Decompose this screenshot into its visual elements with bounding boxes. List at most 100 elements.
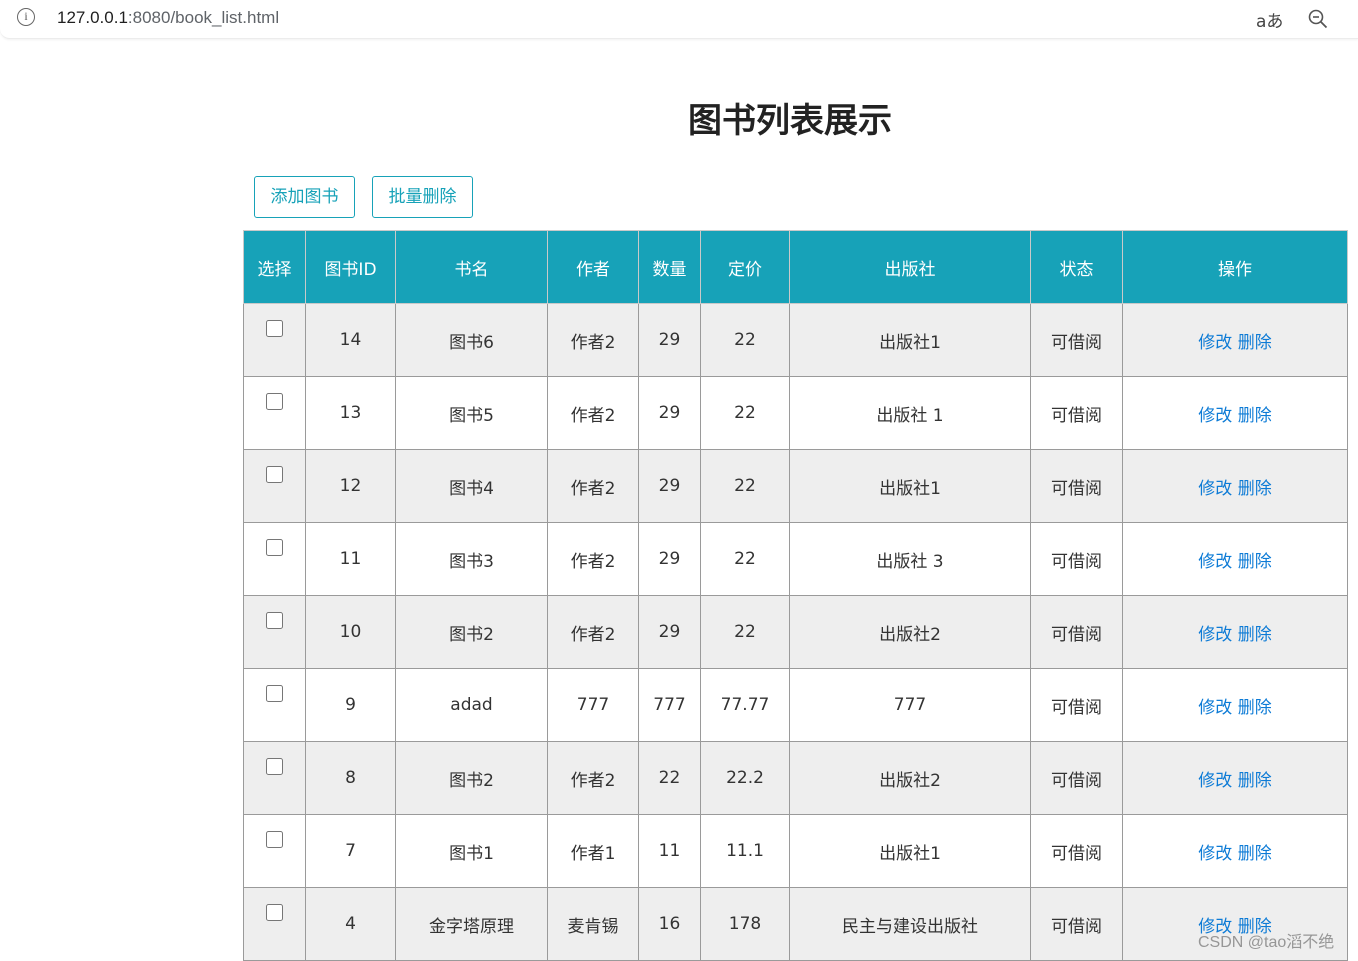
status-cell: 可借阅 — [1030, 887, 1123, 961]
actions-cell: 修改 删除 — [1122, 668, 1348, 742]
header-select: 选择 — [243, 230, 306, 304]
url-field[interactable]: 127.0.0.1:8080/book_list.html — [57, 8, 279, 28]
publisher-cell: 出版社 3 — [789, 522, 1031, 596]
count-cell: 16 — [638, 887, 701, 961]
table-body: 14 图书6 作者2 29 22 出版社1 可借阅 修改 删除 13 图书5 作者2 29 22 出版社 … — [243, 303, 1348, 961]
status-cell: 可借阅 — [1030, 741, 1123, 815]
select-cell — [243, 668, 306, 742]
select-cell — [243, 814, 306, 888]
row-checkbox[interactable] — [266, 612, 283, 629]
actions-cell: 修改 删除 — [1122, 303, 1348, 377]
info-icon[interactable]: i — [17, 8, 35, 26]
status-cell: 可借阅 — [1030, 814, 1123, 888]
table-row: 11 图书3 作者2 29 22 出版社 3 可借阅 修改 删除 — [243, 522, 1348, 596]
delete-link[interactable]: 删除 — [1238, 698, 1272, 718]
batch-delete-button[interactable]: 批量删除 — [372, 176, 473, 218]
edit-link[interactable]: 修改 — [1198, 698, 1232, 718]
author-cell: 麦肯锡 — [547, 887, 639, 961]
edit-link[interactable]: 修改 — [1198, 625, 1232, 645]
book-name-cell: adad — [395, 668, 548, 742]
header-book-id: 图书ID — [305, 230, 396, 304]
select-cell — [243, 522, 306, 596]
price-cell: 178 — [700, 887, 790, 961]
author-cell: 作者2 — [547, 522, 639, 596]
book-id-cell: 12 — [305, 449, 396, 523]
delete-link[interactable]: 删除 — [1238, 552, 1272, 572]
delete-link[interactable]: 删除 — [1238, 771, 1272, 791]
price-cell: 22.2 — [700, 741, 790, 815]
status-cell: 可借阅 — [1030, 376, 1123, 450]
book-name-cell: 图书2 — [395, 741, 548, 815]
browser-address-bar: i 127.0.0.1:8080/book_list.html aあ — [0, 0, 1358, 39]
header-count: 数量 — [638, 230, 701, 304]
book-name-cell: 图书3 — [395, 522, 548, 596]
row-checkbox[interactable] — [266, 466, 283, 483]
count-cell: 29 — [638, 449, 701, 523]
delete-link[interactable]: 删除 — [1238, 844, 1272, 864]
count-cell: 29 — [638, 595, 701, 669]
watermark: CSDN @tao滔不绝 — [1198, 934, 1335, 951]
read-aloud-icon[interactable]: aあ — [1256, 7, 1283, 32]
price-cell: 22 — [700, 522, 790, 596]
actions-cell: 修改 删除 — [1122, 814, 1348, 888]
price-cell: 22 — [700, 595, 790, 669]
publisher-cell: 777 — [789, 668, 1031, 742]
status-cell: 可借阅 — [1030, 595, 1123, 669]
actions-cell: 修改 删除 — [1122, 741, 1348, 815]
publisher-cell: 出版社 1 — [789, 376, 1031, 450]
book-id-cell: 4 — [305, 887, 396, 961]
price-cell: 22 — [700, 303, 790, 377]
delete-link[interactable]: 删除 — [1238, 479, 1272, 499]
row-checkbox[interactable] — [266, 758, 283, 775]
url-path: :8080/book_list.html — [127, 8, 280, 27]
table-row: 12 图书4 作者2 29 22 出版社1 可借阅 修改 删除 — [243, 449, 1348, 523]
publisher-cell: 出版社1 — [789, 449, 1031, 523]
select-cell — [243, 741, 306, 815]
row-checkbox[interactable] — [266, 393, 283, 410]
book-id-cell: 14 — [305, 303, 396, 377]
edit-link[interactable]: 修改 — [1198, 333, 1232, 353]
add-book-button[interactable]: 添加图书 — [254, 176, 355, 218]
row-checkbox[interactable] — [266, 539, 283, 556]
url-host: 127.0.0.1 — [57, 8, 128, 27]
author-cell: 作者2 — [547, 449, 639, 523]
status-cell: 可借阅 — [1030, 449, 1123, 523]
table-row: 4 金字塔原理 麦肯锡 16 178 民主与建设出版社 可借阅 修改 删除 — [243, 887, 1348, 961]
delete-link[interactable]: 删除 — [1238, 333, 1272, 353]
count-cell: 22 — [638, 741, 701, 815]
edit-link[interactable]: 修改 — [1198, 406, 1232, 426]
edit-link[interactable]: 修改 — [1198, 479, 1232, 499]
book-id-cell: 10 — [305, 595, 396, 669]
row-checkbox[interactable] — [266, 904, 283, 921]
delete-link[interactable]: 删除 — [1238, 406, 1272, 426]
zoom-out-icon[interactable] — [1308, 9, 1328, 29]
table-row: 7 图书1 作者1 11 11.1 出版社1 可借阅 修改 删除 — [243, 814, 1348, 888]
book-id-cell: 9 — [305, 668, 396, 742]
publisher-cell: 出版社1 — [789, 814, 1031, 888]
table-row: 10 图书2 作者2 29 22 出版社2 可借阅 修改 删除 — [243, 595, 1348, 669]
price-cell: 77.77 — [700, 668, 790, 742]
actions-cell: 修改 删除 — [1122, 376, 1348, 450]
edit-link[interactable]: 修改 — [1198, 771, 1232, 791]
author-cell: 作者2 — [547, 595, 639, 669]
actions-cell: 修改 删除 — [1122, 595, 1348, 669]
row-checkbox[interactable] — [266, 685, 283, 702]
author-cell: 作者2 — [547, 376, 639, 450]
delete-link[interactable]: 删除 — [1238, 625, 1272, 645]
publisher-cell: 出版社2 — [789, 595, 1031, 669]
select-cell — [243, 449, 306, 523]
header-author: 作者 — [547, 230, 639, 304]
row-checkbox[interactable] — [266, 831, 283, 848]
count-cell: 29 — [638, 522, 701, 596]
select-cell — [243, 595, 306, 669]
edit-link[interactable]: 修改 — [1198, 552, 1232, 572]
book-id-cell: 11 — [305, 522, 396, 596]
edit-link[interactable]: 修改 — [1198, 844, 1232, 864]
book-name-cell: 图书6 — [395, 303, 548, 377]
book-name-cell: 金字塔原理 — [395, 887, 548, 961]
row-checkbox[interactable] — [266, 320, 283, 337]
book-id-cell: 13 — [305, 376, 396, 450]
actions-cell: 修改 删除 — [1122, 522, 1348, 596]
select-cell — [243, 887, 306, 961]
actions-cell: 修改 删除 — [1122, 449, 1348, 523]
